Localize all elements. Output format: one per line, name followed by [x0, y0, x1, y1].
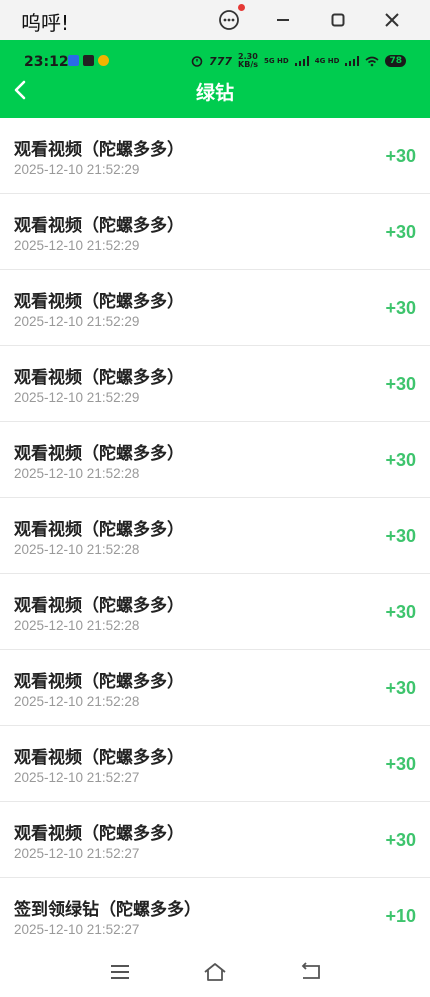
record-title: 观看视频（陀螺多多）	[14, 216, 184, 236]
record-time: 2025-12-10 21:52:28	[14, 618, 140, 633]
record-row: 观看视频（陀螺多多） 2025-12-10 21:52:29 +30	[0, 270, 430, 346]
record-time: 2025-12-10 21:52:29	[14, 314, 140, 329]
close-icon	[385, 13, 399, 27]
record-title: 观看视频（陀螺多多）	[14, 444, 184, 464]
notification-dot	[238, 4, 245, 11]
back-arrow-icon	[301, 962, 320, 979]
app-header: 23:12 777 2.30 KB/s 5G HD 4G HD 78 绿钻	[0, 40, 430, 118]
wifi-icon	[365, 56, 379, 66]
record-row: 观看视频（陀螺多多） 2025-12-10 21:52:27 +30	[0, 726, 430, 802]
record-title: 观看视频（陀螺多多）	[14, 292, 184, 312]
page-title: 绿钻	[195, 82, 234, 104]
record-list: 观看视频（陀螺多多） 2025-12-10 21:52:29 +30 观看视频（陀螺多…	[0, 118, 430, 954]
record-amount: +10	[385, 906, 416, 926]
record-time: 2025-12-10 21:52:29	[14, 238, 140, 253]
record-row: 签到领绿钻（陀螺多多） 2025-12-10 21:52:27 +10	[0, 878, 430, 954]
record-row: 观看视频（陀螺多多） 2025-12-10 21:52:28 +30	[0, 574, 430, 650]
home-icon	[204, 963, 226, 981]
record-row: 观看视频（陀螺多多） 2025-12-10 21:52:28 +30	[0, 422, 430, 498]
record-title: 观看视频（陀螺多多）	[14, 368, 184, 388]
menu-button[interactable]	[108, 960, 132, 984]
record-time: 2025-12-10 21:52:27	[14, 770, 140, 785]
network-4g: 4G HD	[314, 57, 340, 65]
more-options-button[interactable]	[217, 4, 245, 32]
record-title: 观看视频（陀螺多多）	[14, 596, 184, 616]
record-title: 观看视频（陀螺多多）	[14, 824, 184, 844]
status-time: 23:12	[24, 54, 69, 70]
window-title: 呜呼!	[21, 11, 70, 35]
record-amount: +30	[385, 526, 416, 546]
record-amount: +30	[385, 374, 416, 394]
record-amount: +30	[385, 298, 416, 318]
app-notification-icon	[98, 55, 109, 66]
close-button[interactable]	[380, 8, 404, 32]
record-amount: +30	[385, 602, 416, 622]
record-time: 2025-12-10 21:52:27	[14, 846, 140, 861]
record-row: 观看视频（陀螺多多） 2025-12-10 21:52:27 +30	[0, 802, 430, 878]
record-row: 观看视频（陀螺多多） 2025-12-10 21:52:28 +30	[0, 650, 430, 726]
maximize-button[interactable]	[326, 8, 350, 32]
network-5g: 5G HD	[264, 57, 289, 65]
status-indicators: 777 2.30 KB/s 5G HD 4G HD 78	[191, 53, 406, 69]
record-row: 观看视频（陀螺多多） 2025-12-10 21:52:28 +30	[0, 498, 430, 574]
record-row: 观看视频（陀螺多多） 2025-12-10 21:52:29 +30	[0, 118, 430, 194]
vibrate-icon: 777	[209, 54, 233, 68]
system-nav-bar	[0, 950, 430, 997]
status-app-icons	[68, 55, 109, 66]
record-time: 2025-12-10 21:52:27	[14, 922, 140, 937]
record-amount: +30	[385, 754, 416, 774]
record-row: 观看视频（陀螺多多） 2025-12-10 21:52:29 +30	[0, 194, 430, 270]
menu-icon	[111, 965, 129, 979]
record-time: 2025-12-10 21:52:28	[14, 466, 140, 481]
record-title: 观看视频（陀螺多多）	[14, 520, 184, 540]
alarm-icon	[191, 56, 203, 67]
record-amount: +30	[385, 222, 416, 242]
maximize-icon	[331, 13, 345, 27]
record-amount: +30	[385, 450, 416, 470]
network-speed: 2.30 KB/s	[238, 52, 258, 69]
app-notification-icon	[68, 55, 79, 66]
battery-indicator: 78	[385, 55, 406, 67]
record-row: 观看视频（陀螺多多） 2025-12-10 21:52:29 +30	[0, 346, 430, 422]
record-title: 观看视频（陀螺多多）	[14, 672, 184, 692]
window-title-bar: 呜呼!	[0, 0, 430, 40]
signal-icon	[345, 56, 360, 66]
record-time: 2025-12-10 21:52:28	[14, 694, 140, 709]
more-dots-icon	[219, 10, 239, 30]
back-nav-button[interactable]	[298, 960, 322, 984]
app-notification-icon	[83, 55, 94, 66]
minimize-button[interactable]	[271, 8, 295, 32]
home-button[interactable]	[203, 960, 227, 984]
signal-icon	[294, 56, 309, 66]
minimize-icon	[277, 19, 289, 21]
record-time: 2025-12-10 21:52:28	[14, 542, 140, 557]
record-amount: +30	[385, 146, 416, 166]
record-time: 2025-12-10 21:52:29	[14, 390, 140, 405]
record-amount: +30	[385, 830, 416, 850]
record-title: 签到领绿钻（陀螺多多）	[14, 900, 201, 920]
record-title: 观看视频（陀螺多多）	[14, 140, 184, 160]
record-title: 观看视频（陀螺多多）	[14, 748, 184, 768]
record-amount: +30	[385, 678, 416, 698]
record-time: 2025-12-10 21:52:29	[14, 162, 140, 177]
